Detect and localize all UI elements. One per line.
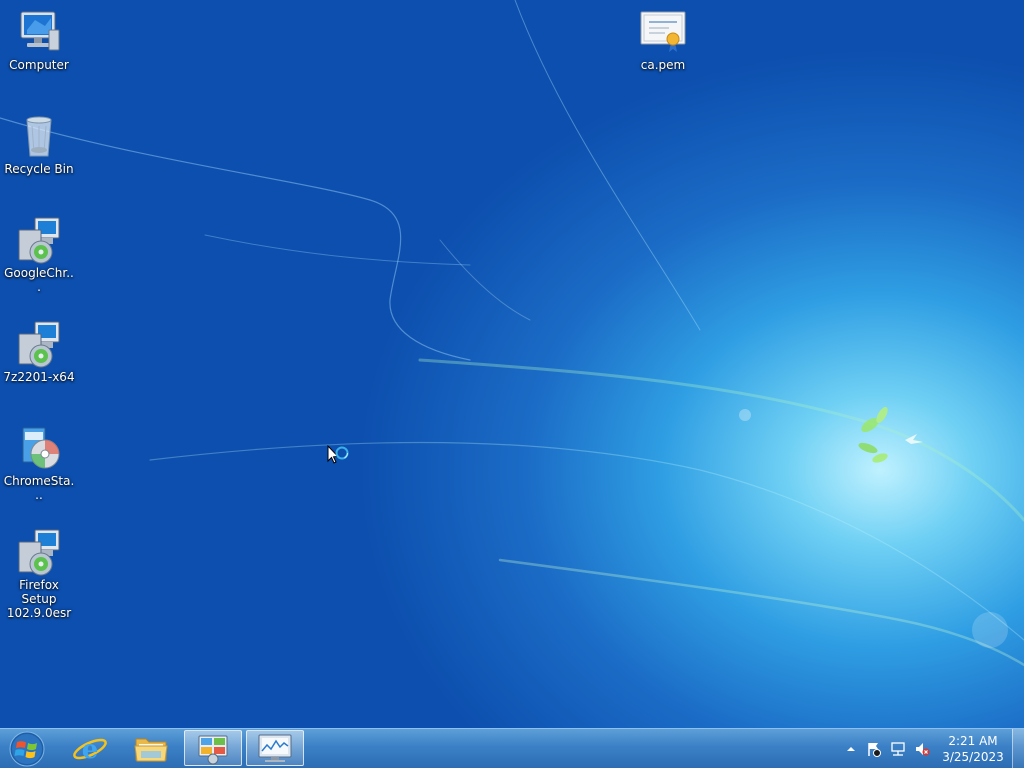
certificate-icon bbox=[639, 8, 687, 56]
icon-label: Recycle Bin bbox=[4, 162, 74, 176]
desktop-icon-googlechrome-installer[interactable]: GoogleChr... bbox=[1, 216, 77, 294]
recycle-bin-icon bbox=[15, 112, 63, 160]
show-hidden-icons-arrow[interactable] bbox=[843, 741, 859, 757]
setup-disc-icon bbox=[15, 424, 63, 472]
monitor-chart-icon bbox=[258, 734, 292, 762]
control-panel-icon bbox=[198, 735, 228, 765]
show-desktop-button[interactable] bbox=[1012, 729, 1024, 768]
desktop-icon-7zip-installer[interactable]: 7z2201-x64 bbox=[1, 320, 77, 384]
start-button[interactable] bbox=[0, 729, 54, 768]
svg-text:e: e bbox=[82, 735, 99, 765]
computer-icon bbox=[15, 8, 63, 56]
clock-time: 2:21 AM bbox=[948, 734, 998, 748]
network-icon[interactable] bbox=[890, 741, 906, 757]
desktop[interactable]: Computer Recycle Bin GoogleChr... 7z2201… bbox=[0, 0, 1024, 728]
taskbar: e 2:21 AM 3/25/2023 bbox=[0, 728, 1024, 768]
icon-label: Firefox Setup 102.9.0esr bbox=[6, 578, 72, 620]
leaf-decoration bbox=[858, 406, 923, 463]
busy-cursor-icon bbox=[327, 445, 349, 464]
desktop-icon-computer[interactable]: Computer bbox=[1, 8, 77, 72]
desktop-icon-ca-pem[interactable]: ca.pem bbox=[625, 8, 701, 72]
installer-icon bbox=[15, 216, 63, 264]
desktop-icon-chromestandalone-setup[interactable]: ChromeSta... bbox=[1, 424, 77, 502]
desktop-icon-firefox-setup[interactable]: Firefox Setup 102.9.0esr bbox=[1, 528, 77, 620]
icon-label: GoogleChr... bbox=[4, 266, 74, 294]
windows-logo-icon bbox=[9, 731, 45, 767]
wallpaper bbox=[0, 0, 1024, 667]
action-center-flag-icon[interactable] bbox=[866, 741, 882, 757]
taskbar-internet-explorer[interactable]: e bbox=[62, 730, 118, 766]
icon-label: 7z2201-x64 bbox=[3, 370, 75, 384]
taskbar-resource-monitor[interactable] bbox=[246, 730, 304, 766]
icon-label: ChromeSta... bbox=[3, 474, 75, 502]
system-clock[interactable]: 2:21 AM 3/25/2023 bbox=[938, 733, 1008, 765]
icon-label: Computer bbox=[9, 58, 69, 72]
installer-icon bbox=[15, 320, 63, 368]
taskbar-control-panel[interactable] bbox=[184, 730, 242, 766]
desktop-icon-recycle-bin[interactable]: Recycle Bin bbox=[1, 112, 77, 176]
internet-explorer-icon: e bbox=[73, 735, 107, 765]
taskbar-windows-explorer[interactable] bbox=[123, 730, 179, 766]
volume-muted-icon[interactable] bbox=[914, 741, 930, 757]
clock-date: 3/25/2023 bbox=[942, 750, 1004, 764]
installer-icon bbox=[15, 528, 63, 576]
icon-label: ca.pem bbox=[640, 58, 686, 72]
folder-icon bbox=[134, 738, 168, 762]
